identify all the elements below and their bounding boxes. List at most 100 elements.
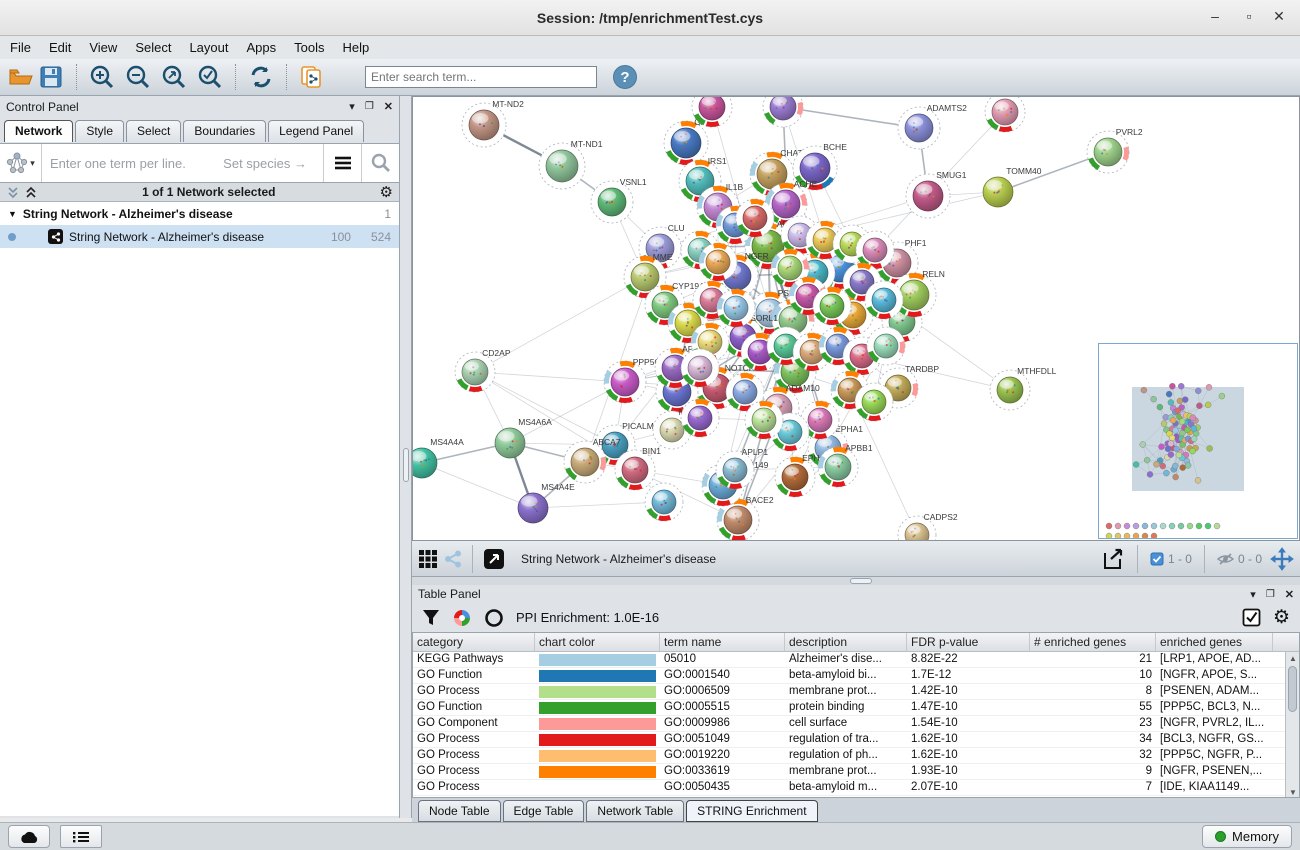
panel-close-icon[interactable]: ✕ (384, 100, 393, 113)
network-canvas[interactable]: MT-ND2MT-ND1VSNL1GAB2IRS1CHATBCHEACHEIL1… (412, 96, 1300, 541)
splitter-grip[interactable] (850, 578, 872, 584)
network-node-mt-nd1[interactable]: MT-ND1 (539, 139, 603, 189)
string-logo-icon[interactable]: ▾ (0, 144, 42, 182)
tab-legend-panel[interactable]: Legend Panel (268, 120, 364, 142)
scroll-up-icon[interactable]: ▲ (1288, 654, 1298, 663)
enrichment-chart-icon[interactable] (452, 608, 472, 628)
set-species-label[interactable]: Set species → (223, 156, 315, 171)
network-node[interactable] (681, 399, 719, 437)
refresh-network-button[interactable] (246, 62, 276, 92)
zoom-in-button[interactable] (87, 62, 117, 92)
network-row-selected[interactable]: String Network - Alzheimer's disease 100… (0, 225, 399, 248)
panel-menu-icon[interactable]: ▾ (1250, 588, 1256, 601)
tab-node-table[interactable]: Node Table (418, 800, 501, 822)
network-node[interactable] (699, 243, 737, 281)
menu-apps[interactable]: Apps (247, 40, 277, 55)
save-session-button[interactable] (36, 62, 66, 92)
table-row[interactable]: GO FunctionGO:0001540beta-amyloid bi...1… (413, 668, 1299, 684)
memory-button[interactable]: Memory (1202, 825, 1292, 848)
share-view-icon[interactable] (444, 550, 462, 568)
table-settings-gear-icon[interactable]: ⚙ (1273, 606, 1290, 629)
network-node-ppp5c[interactable]: PPP5C (604, 357, 661, 403)
panel-close-icon[interactable]: ✕ (1285, 588, 1294, 601)
network-navigator[interactable] (1098, 343, 1298, 539)
ring-chart-icon[interactable] (484, 608, 504, 628)
network-node-adamts2[interactable]: ADAMTS2 (898, 103, 967, 149)
task-history-button[interactable] (60, 825, 102, 848)
table-row[interactable]: GO ProcessGO:0019220regulation of ph...1… (413, 748, 1299, 764)
table-row[interactable]: GO ProcessGO:0033619membrane prot...1.93… (413, 764, 1299, 780)
birds-eye-toggle-icon[interactable] (1270, 547, 1294, 571)
network-node[interactable] (867, 327, 905, 365)
menu-help[interactable]: Help (343, 40, 370, 55)
selected-checkbox-icon[interactable] (1150, 552, 1164, 566)
tab-network-table[interactable]: Network Table (586, 800, 684, 822)
table-panel-splitter[interactable] (412, 577, 1300, 585)
scroll-down-icon[interactable]: ▼ (1288, 788, 1298, 797)
tree-expander-icon[interactable]: ▼ (8, 209, 17, 219)
close-button[interactable]: ✕ (1264, 8, 1294, 28)
hidden-eye-icon[interactable] (1217, 552, 1234, 566)
scrollbar-thumb[interactable] (1288, 666, 1297, 712)
network-node-ms4a4a[interactable]: MS4A4A (413, 437, 464, 478)
network-node-cadps2[interactable]: CADPS2 (898, 512, 958, 540)
column-header-chart-color[interactable]: chart color (535, 633, 660, 651)
zoom-fit-button[interactable] (159, 62, 189, 92)
minimize-button[interactable]: – (1200, 8, 1230, 28)
network-node[interactable] (865, 281, 903, 319)
string-search-button[interactable] (361, 144, 399, 182)
column-header--enriched-genes[interactable]: # enriched genes (1030, 633, 1156, 651)
select-rows-icon[interactable] (1242, 608, 1261, 627)
zoom-selected-button[interactable] (195, 62, 225, 92)
network-node[interactable] (985, 97, 1025, 132)
network-node-mthfdll[interactable]: MTHFDLL (990, 366, 1057, 410)
table-row[interactable]: GO FunctionGO:0005515protein binding1.47… (413, 700, 1299, 716)
network-node[interactable] (745, 401, 783, 439)
open-session-button[interactable] (6, 62, 36, 92)
panel-float-icon[interactable]: ❐ (365, 101, 374, 112)
network-node[interactable] (855, 383, 893, 421)
menu-layout[interactable]: Layout (189, 40, 228, 55)
table-row[interactable]: GO ProcessGO:0051049regulation of tra...… (413, 732, 1299, 748)
network-node[interactable] (736, 199, 774, 237)
network-node-vsnl1[interactable]: VSNL1 (591, 177, 647, 223)
network-node-mt-nd2[interactable]: MT-ND2 (462, 99, 524, 147)
tab-string-enrichment[interactable]: STRING Enrichment (686, 800, 817, 822)
cloud-tasks-button[interactable] (8, 825, 50, 848)
expand-all-icon[interactable] (24, 185, 38, 199)
table-row[interactable]: GO ProcessGO:0006509membrane prot...1.42… (413, 684, 1299, 700)
panel-splitter[interactable] (400, 96, 412, 818)
table-scrollbar[interactable]: ▲ ▼ (1285, 652, 1299, 798)
column-header-category[interactable]: category (413, 633, 535, 651)
search-input[interactable] (365, 66, 597, 88)
menu-edit[interactable]: Edit (49, 40, 71, 55)
menu-file[interactable]: File (10, 40, 31, 55)
network-node[interactable] (763, 97, 803, 127)
maximize-button[interactable]: ▫ (1234, 8, 1264, 28)
tab-style[interactable]: Style (75, 120, 124, 142)
string-options-button[interactable] (323, 144, 361, 182)
network-node-cd2ap[interactable]: CD2AP (455, 348, 511, 392)
panel-menu-icon[interactable]: ▾ (349, 100, 355, 113)
network-collection-row[interactable]: ▼ String Network - Alzheimer's disease 1 (0, 202, 399, 225)
network-node[interactable] (717, 289, 755, 327)
panel-float-icon[interactable]: ❐ (1266, 589, 1275, 600)
tab-boundaries[interactable]: Boundaries (183, 120, 266, 142)
splitter-grip[interactable] (403, 448, 409, 482)
column-header-FDR-p-value[interactable]: FDR p-value (907, 633, 1030, 651)
menu-tools[interactable]: Tools (294, 40, 324, 55)
tab-edge-table[interactable]: Edge Table (503, 800, 585, 822)
menu-view[interactable]: View (89, 40, 117, 55)
string-term-input[interactable]: Enter one term per line. Set species → (42, 144, 323, 182)
grid-view-icon[interactable] (418, 549, 438, 569)
menu-select[interactable]: Select (135, 40, 171, 55)
column-header-term-name[interactable]: term name (660, 633, 785, 651)
table-row[interactable]: GO ProcessGO:0050435beta-amyloid m...2.0… (413, 780, 1299, 796)
network-node[interactable] (681, 349, 719, 387)
tab-select[interactable]: Select (126, 120, 181, 142)
copy-network-button[interactable] (297, 62, 327, 92)
open-in-browser-icon[interactable] (483, 548, 505, 570)
network-node[interactable] (645, 483, 683, 521)
export-network-icon[interactable] (1101, 547, 1125, 571)
network-node[interactable] (813, 287, 851, 325)
